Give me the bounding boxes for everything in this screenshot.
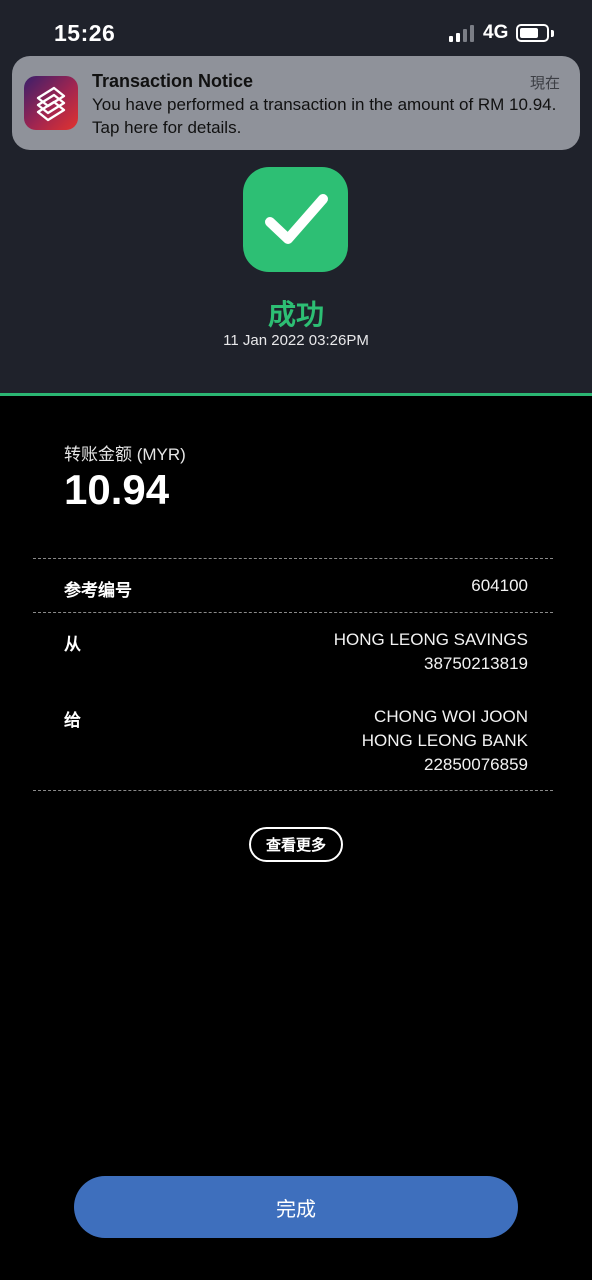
reference-label: 参考编号	[64, 581, 132, 600]
transaction-datetime: 11 Jan 2022 03:26PM	[223, 332, 369, 349]
status-bar-time: 15:26	[54, 20, 116, 46]
status-label: 成功	[267, 299, 324, 330]
check-icon	[243, 167, 348, 272]
signal-icon	[449, 25, 474, 42]
recipient-name: CHONG WOI JOON	[374, 707, 528, 726]
transaction-notification[interactable]: Transaction Notice 現在 You have performed…	[12, 56, 580, 150]
from-account-name: HONG LEONG SAVINGS	[333, 630, 528, 649]
notification-title: Transaction Notice	[92, 71, 254, 91]
from-details: HONG LEONG SAVINGS 38750213819	[334, 628, 528, 676]
header-divider	[0, 393, 592, 396]
network-type: 4G	[483, 22, 509, 43]
recipient-account-number: 22850076859	[423, 755, 528, 774]
battery-tip	[551, 30, 554, 37]
recipient-bank: HONG LEONG BANK	[361, 731, 528, 750]
bank-app-icon	[24, 76, 78, 130]
amount-label: 转账金额 (MYR)	[64, 445, 186, 464]
amount-value: 10.94	[64, 466, 170, 513]
from-label: 从	[64, 635, 81, 654]
to-label: 给	[64, 711, 81, 730]
divider	[33, 558, 553, 559]
battery-icon	[516, 24, 549, 42]
done-button[interactable]: 完成	[74, 1176, 518, 1238]
view-more-button[interactable]: 查看更多	[249, 827, 343, 862]
divider	[33, 790, 553, 791]
notification-body: You have performed a transaction in the …	[92, 95, 557, 137]
divider	[33, 612, 553, 613]
to-details: CHONG WOI JOON HONG LEONG BANK 228500768…	[362, 705, 528, 777]
reference-value: 604100	[471, 576, 528, 595]
from-account-number: 38750213819	[423, 654, 528, 673]
notification-time: 現在	[529, 75, 560, 92]
